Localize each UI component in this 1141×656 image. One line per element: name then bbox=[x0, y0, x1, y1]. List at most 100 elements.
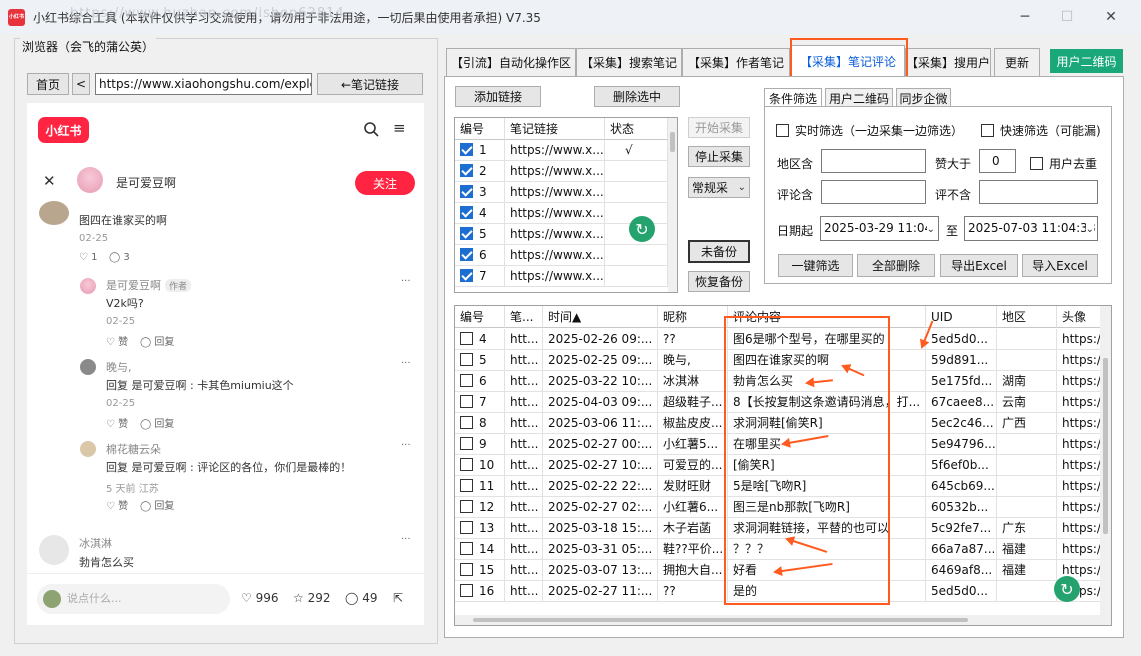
result-cell-col-avatar[interactable]: https:/ bbox=[1057, 539, 1101, 560]
import-excel-button[interactable]: 导入Excel bbox=[1022, 254, 1098, 277]
tab-sync-wecom[interactable]: 同步企微 bbox=[896, 88, 951, 108]
row-checkbox[interactable] bbox=[460, 563, 473, 576]
result-cell-col-time[interactable]: 2025-03-06 11:... bbox=[543, 413, 658, 434]
link-col-status[interactable]: 状态 bbox=[605, 118, 668, 140]
tab-filter[interactable]: 条件筛选 bbox=[764, 88, 822, 108]
refresh-icon[interactable]: ↻ bbox=[1054, 576, 1080, 602]
result-cell-col-region[interactable] bbox=[997, 329, 1057, 350]
quick-filter-checkbox[interactable]: 快速筛选（可能漏) bbox=[981, 122, 1101, 139]
row-checkbox[interactable] bbox=[460, 479, 473, 492]
result-cell-col-avatar[interactable]: https:/ bbox=[1057, 350, 1101, 371]
comment-include-input[interactable] bbox=[821, 180, 926, 204]
maximize-icon[interactable]: ☐ bbox=[1044, 0, 1090, 34]
result-cell-col-id[interactable]: 4 bbox=[455, 329, 505, 350]
delete-selected-button[interactable]: 删除选中 bbox=[594, 86, 680, 107]
result-cell-col-note[interactable]: htt... bbox=[505, 560, 543, 581]
url-input[interactable]: https://www.xiaohongshu.com/explore bbox=[95, 73, 312, 95]
result-cell-col-uid[interactable]: 59d891... bbox=[926, 350, 997, 371]
link-col-url[interactable]: 笔记链接 bbox=[505, 118, 605, 140]
reply-button[interactable]: ◯ 回复 bbox=[140, 497, 174, 512]
restore-backup-button[interactable]: 恢复备份 bbox=[688, 271, 750, 292]
result-cell-col-region[interactable]: 福建 bbox=[997, 560, 1057, 581]
result-cell-col-nickname[interactable]: ?? bbox=[658, 329, 728, 350]
result-cell-col-uid[interactable]: 645cb69... bbox=[926, 476, 997, 497]
result-cell-col-region[interactable] bbox=[997, 455, 1057, 476]
results-vertical-scrollbar[interactable] bbox=[1100, 306, 1111, 625]
results-horizontal-scrollbar[interactable] bbox=[455, 615, 1100, 625]
row-checkbox[interactable] bbox=[460, 395, 473, 408]
date-from-picker[interactable]: 2025-03-29 11:04 ⌄ bbox=[820, 216, 939, 241]
result-cell-col-uid[interactable]: 5c92fe7... bbox=[926, 518, 997, 539]
link-col-id[interactable]: 编号 bbox=[455, 118, 505, 140]
row-checkbox[interactable] bbox=[460, 248, 473, 261]
tab-author-notes[interactable]: 【采集】作者笔记 bbox=[682, 48, 790, 76]
comment-input[interactable]: 说点什么... bbox=[37, 584, 230, 614]
result-cell-col-note[interactable]: htt... bbox=[505, 350, 543, 371]
row-checkbox[interactable] bbox=[460, 500, 473, 513]
link-table-scrollbar[interactable] bbox=[668, 118, 677, 292]
row-checkbox[interactable] bbox=[460, 227, 473, 240]
dedupe-user-checkbox[interactable]: 用户去重 bbox=[1030, 155, 1097, 172]
scroll-thumb[interactable] bbox=[473, 618, 968, 622]
result-cell-col-region[interactable]: 广东 bbox=[997, 518, 1057, 539]
link-row-url[interactable]: https://www.x... bbox=[505, 182, 605, 203]
comment-stat[interactable]: ◯ 49 bbox=[345, 591, 378, 605]
result-cell-col-note[interactable]: htt... bbox=[505, 413, 543, 434]
result-cell-col-note[interactable]: htt... bbox=[505, 392, 543, 413]
tab-traffic[interactable]: 【引流】自动化操作区 bbox=[446, 48, 576, 76]
result-cell-col-region[interactable] bbox=[997, 476, 1057, 497]
result-cell-col-nickname[interactable]: 鞋??平价... bbox=[658, 539, 728, 560]
result-cell-col-time[interactable]: 2025-02-27 10:... bbox=[543, 455, 658, 476]
result-cell-col-note[interactable]: htt... bbox=[505, 371, 543, 392]
result-cell-col-note[interactable]: htt... bbox=[505, 539, 543, 560]
row-checkbox[interactable] bbox=[460, 521, 473, 534]
reply-button[interactable]: ◯ 回复 bbox=[140, 415, 174, 430]
result-cell-col-avatar[interactable]: https:/ bbox=[1057, 392, 1101, 413]
header-col-time[interactable]: 时间▲ bbox=[543, 306, 658, 328]
result-cell-col-uid[interactable]: 5ed5d0... bbox=[926, 581, 997, 602]
result-cell-col-time[interactable]: 2025-02-27 00:... bbox=[543, 434, 658, 455]
tab-search-users[interactable]: 【采集】搜用户 bbox=[905, 48, 991, 76]
result-cell-col-avatar[interactable]: https:/ bbox=[1057, 371, 1101, 392]
result-cell-col-avatar[interactable]: https:/ bbox=[1057, 476, 1101, 497]
result-cell-col-nickname[interactable]: 木子岩菡 bbox=[658, 518, 728, 539]
result-cell-col-id[interactable]: 6 bbox=[455, 371, 505, 392]
row-checkbox[interactable] bbox=[460, 542, 473, 555]
row-checkbox[interactable] bbox=[460, 584, 473, 597]
result-cell-col-note[interactable]: htt... bbox=[505, 329, 543, 350]
note-link-button[interactable]: ←笔记链接 bbox=[317, 73, 423, 95]
link-row-url[interactable]: https://www.x... bbox=[505, 161, 605, 182]
link-row-url[interactable]: https://www.x... bbox=[505, 140, 605, 161]
result-cell-col-avatar[interactable]: https:/ bbox=[1057, 413, 1101, 434]
row-checkbox[interactable] bbox=[460, 164, 473, 177]
checkbox[interactable] bbox=[776, 124, 789, 137]
start-collect-button[interactable]: 开始采集 bbox=[688, 117, 750, 138]
result-cell-col-note[interactable]: htt... bbox=[505, 476, 543, 497]
result-cell-col-nickname[interactable]: 冰淇淋 bbox=[658, 371, 728, 392]
row-checkbox[interactable] bbox=[460, 437, 473, 450]
xhs-logo[interactable]: 小红书 bbox=[38, 117, 89, 143]
comment-author[interactable]: 冰淇淋 bbox=[79, 535, 112, 551]
minimize-icon[interactable]: ─ bbox=[1002, 0, 1048, 34]
more-icon[interactable]: ··· bbox=[401, 534, 411, 545]
result-cell-col-region[interactable] bbox=[997, 350, 1057, 371]
avatar[interactable] bbox=[80, 441, 96, 457]
one-click-filter-button[interactable]: 一键筛选 bbox=[778, 254, 853, 277]
result-cell-col-nickname[interactable]: 晚与, bbox=[658, 350, 728, 371]
result-cell-col-uid[interactable]: 5f6ef0b... bbox=[926, 455, 997, 476]
result-cell-col-time[interactable]: 2025-03-31 05:... bbox=[543, 539, 658, 560]
user-qrcode-button[interactable]: 用户二维码 bbox=[1050, 49, 1123, 73]
result-cell-col-id[interactable]: 8 bbox=[455, 413, 505, 434]
link-row-id[interactable]: 7 bbox=[455, 266, 505, 287]
result-cell-col-note[interactable]: htt... bbox=[505, 518, 543, 539]
result-cell-col-nickname[interactable]: ?? bbox=[658, 581, 728, 602]
mode-select[interactable]: 常规采 ⌄ bbox=[688, 177, 750, 198]
row-checkbox[interactable] bbox=[460, 143, 473, 156]
link-row-url[interactable]: https://www.x... bbox=[505, 203, 605, 224]
link-row-url[interactable]: https://www.x... bbox=[505, 245, 605, 266]
result-cell-col-nickname[interactable]: 椒盐皮皮... bbox=[658, 413, 728, 434]
backup-button[interactable]: 未备份 bbox=[688, 240, 750, 263]
result-cell-col-region[interactable] bbox=[997, 497, 1057, 518]
realtime-filter-checkbox[interactable]: 实时筛选（一边采集一边筛选） bbox=[776, 122, 963, 139]
star-stat[interactable]: ☆ 292 bbox=[293, 591, 330, 605]
